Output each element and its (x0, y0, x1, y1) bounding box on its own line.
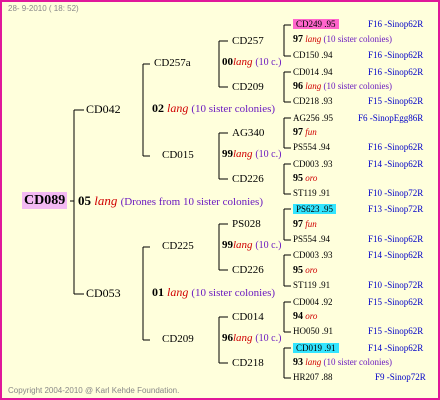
row-right: F16 -Sinop62R (368, 234, 424, 244)
node-l3[interactable]: CD226 (232, 265, 264, 276)
row-right: F10 -Sinop72R (368, 188, 424, 198)
row-left[interactable]: CD003 .93 (293, 251, 333, 260)
root-note: (Drones from 10 sister colonies) (120, 196, 263, 208)
row-right: F6 -SinopEgg86R (358, 113, 424, 123)
copyright-footer: Copyright 2004-2010 @ Karl Kehde Foundat… (8, 386, 180, 395)
node-cd053-info: 01 lang (10 sister colonies) (152, 286, 275, 299)
note: (10 c.) (255, 240, 282, 251)
root-lang: lang (94, 193, 118, 208)
row-left[interactable]: PS623 .95 (293, 204, 337, 214)
row-left[interactable]: PS554 .94 (293, 235, 330, 244)
gen: 96 (222, 332, 233, 344)
lang: lang (167, 101, 189, 115)
note: (10 c.) (255, 333, 282, 344)
gen: 99 (222, 148, 233, 160)
node-cd042-info: 02 lang (10 sister colonies) (152, 102, 275, 115)
row-left[interactable]: CD019 .91 (293, 343, 339, 353)
row-count: 97 fun (293, 127, 317, 138)
gen: 01 (152, 285, 164, 299)
node-cd257a-info: 00lang (10 c.) (222, 57, 281, 68)
row-left[interactable]: CD003 .93 (293, 160, 333, 169)
node-cd225-info: 99lang (10 c.) (222, 240, 281, 251)
row-count: 96 lang (10 sister colonies) (293, 81, 392, 92)
row-left[interactable]: CD004 .92 (293, 298, 333, 307)
node-l3[interactable]: AG340 (232, 128, 264, 139)
note: (10 c.) (255, 57, 282, 68)
lang: lang (233, 56, 253, 68)
row-right: F15 -Sinop62R (368, 297, 424, 307)
row-right: F10 -Sinop72R (368, 280, 424, 290)
row-left[interactable]: HO050 .91 (293, 327, 333, 336)
node-l3[interactable]: CD257 (232, 36, 264, 47)
node-cd257a[interactable]: CD257a (154, 58, 191, 69)
row-left[interactable]: HR207 .88 (293, 373, 333, 382)
row-count: 97 fun (293, 219, 317, 230)
row-left[interactable]: ST119 .91 (293, 189, 330, 198)
row-count: 94 oro (293, 311, 318, 322)
row-count: 95 oro (293, 173, 318, 184)
note: (10 sister colonies) (191, 287, 276, 299)
note: (10 c.) (255, 149, 282, 160)
note: (10 sister colonies) (191, 103, 276, 115)
lang: lang (233, 332, 253, 344)
row-left[interactable]: CD014 .94 (293, 68, 333, 77)
root-node[interactable]: CD089 (22, 192, 68, 209)
node-cd015[interactable]: CD015 (162, 150, 194, 161)
row-left[interactable]: PS554 .94 (293, 143, 330, 152)
node-l3[interactable]: CD209 (232, 82, 264, 93)
row-right: F14 -Sinop62R (368, 343, 424, 353)
row-right: F16 -Sinop62R (368, 67, 424, 77)
row-count: 95 oro (293, 265, 318, 276)
node-cd209[interactable]: CD209 (162, 334, 194, 345)
node-cd225[interactable]: CD225 (162, 241, 194, 252)
row-left[interactable]: CD150 .94 (293, 51, 333, 60)
gen: 99 (222, 239, 233, 251)
row-right: F15 -Sinop62R (368, 326, 424, 336)
gen: 00 (222, 56, 233, 68)
row-left[interactable]: AG256 .95 (293, 114, 333, 123)
node-cd053[interactable]: CD053 (86, 287, 121, 299)
node-cd209-info: 96lang (10 c.) (222, 333, 281, 344)
row-count: 93 lang (10 sister colonies) (293, 357, 392, 368)
lang: lang (167, 285, 189, 299)
node-l3[interactable]: CD218 (232, 358, 264, 369)
root-id: CD089 (22, 192, 68, 209)
row-count: 97 lang (10 sister colonies) (293, 34, 392, 45)
row-left[interactable]: CD249 .95 (293, 19, 339, 29)
lang: lang (233, 148, 253, 160)
row-left[interactable]: CD218 .93 (293, 97, 333, 106)
row-right: F16 -Sinop62R (368, 19, 424, 29)
row-right: F14 -Sinop62R (368, 159, 424, 169)
root-info: 05 lang (Drones from 10 sister colonies) (78, 194, 263, 208)
row-left[interactable]: ST119 .91 (293, 281, 330, 290)
row-right: F14 -Sinop62R (368, 250, 424, 260)
node-cd015-info: 99lang (10 c.) (222, 149, 281, 160)
row-right: F15 -Sinop62R (368, 96, 424, 106)
row-right: F13 -Sinop72R (368, 204, 424, 214)
node-l3[interactable]: CD014 (232, 312, 264, 323)
pedigree-canvas: 28- 9-2010 ( 18: 52) CD089 05 lang (Dron… (0, 0, 440, 400)
gen: 02 (152, 101, 164, 115)
node-l3[interactable]: PS028 (232, 219, 261, 230)
row-right: F16 -Sinop62R (368, 50, 424, 60)
root-gen: 05 (78, 193, 91, 208)
node-l3[interactable]: CD226 (232, 174, 264, 185)
node-cd042[interactable]: CD042 (86, 103, 121, 115)
row-right: F9 -Sinop72R (375, 372, 426, 382)
row-right: F16 -Sinop62R (368, 142, 424, 152)
lang: lang (233, 239, 253, 251)
